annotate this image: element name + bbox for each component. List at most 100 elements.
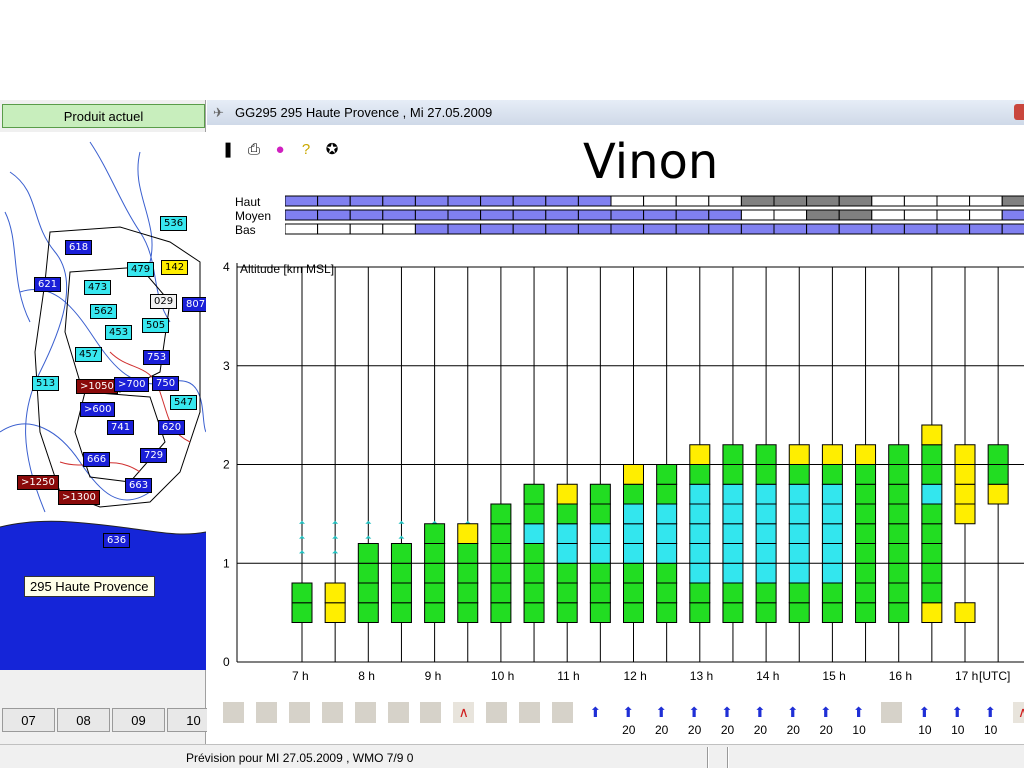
chart-cell [656,582,678,604]
region-label[interactable]: >1050 [76,379,118,394]
chart-cell [755,483,777,505]
chart-cell [490,562,512,584]
wind-arrow-icon: ⬆ [589,704,602,720]
chart-cell [788,483,810,505]
cloud-base-marker [365,520,372,524]
chart-cell [556,602,578,623]
region-label[interactable]: 753 [143,350,171,365]
region-label[interactable]: 479 [127,262,155,277]
close-button[interactable] [1014,104,1024,120]
chart-cell [722,543,744,564]
chart-cell [556,582,578,604]
region-label[interactable]: 618 [65,240,93,255]
chart-cell [954,503,976,525]
chart-cell [689,582,711,604]
chart-cell [523,503,545,525]
chart-cell [689,543,711,564]
chart-cell [888,602,910,623]
chart-cell [390,602,412,623]
chart-cell [987,464,1009,485]
hour-tabs: 07 08 09 10 [2,708,222,732]
region-label[interactable]: 505 [142,318,170,333]
chart-cell [954,464,976,485]
region-label[interactable]: >1300 [58,490,100,505]
chart-cell [589,503,611,525]
y-tick-label: 3 [223,359,230,373]
region-label[interactable]: 666 [83,452,111,467]
empty-wind-cell [321,702,344,738]
chart-cell [623,483,644,505]
region-label[interactable]: 536 [160,216,188,231]
x-tick-label: 16 h [889,669,912,683]
region-label[interactable]: 457 [75,347,103,362]
region-label[interactable]: 547 [170,395,198,410]
region-label[interactable]: 473 [84,280,112,295]
chart-cell [888,562,910,584]
region-label[interactable]: 636 [103,533,131,548]
chart-cell [888,464,910,485]
window-title: GG295 295 Haute Provence , Mi 27.05.2009 [235,105,493,120]
help-icon[interactable]: ? [295,138,317,160]
chart-cell [855,543,877,564]
status-text: Prévision pour MI 27.05.2009 , WMO 7/9 0 [186,751,414,765]
chart-cell [821,444,843,465]
region-label[interactable]: 562 [90,304,118,319]
window-titlebar[interactable]: ✈ GG295 295 Haute Provence , Mi 27.05.20… [207,100,1024,125]
chart-cell [689,562,711,584]
chart-cell [921,503,943,525]
region-tooltip: 295 Haute Provence [24,576,155,597]
chart-cell [656,543,678,564]
y-axis-label: Altitude [km MSL] [240,262,334,276]
chart-cell [788,503,810,525]
chart-cell [324,602,346,623]
chart-cell [523,523,545,544]
chart-cell [556,483,578,505]
chart-cell [921,523,943,544]
chart-cell [623,582,644,604]
chart-cell [855,444,877,465]
chart-cell [589,582,611,604]
chart-cell [457,602,479,623]
x-tick-label: 10 h [491,669,514,683]
region-label[interactable]: 453 [105,325,133,340]
about-icon[interactable]: ✪ [321,138,343,160]
chart-cell [722,444,744,465]
pen-icon[interactable]: ❚ [217,138,239,160]
printer-icon[interactable]: ⎙ [243,138,265,160]
region-label[interactable]: 621 [34,277,62,292]
chart-cell [788,562,810,584]
region-label[interactable]: 741 [107,420,135,435]
chart-cell [656,483,678,505]
region-label[interactable]: 513 [32,376,60,391]
region-label[interactable]: 029 [150,294,178,309]
region-label[interactable]: 142 [161,260,189,275]
hour-tab[interactable]: 07 [2,708,55,732]
status-bar: Prévision pour MI 27.05.2009 , WMO 7/9 0 [0,744,1024,768]
chart-cell [556,503,578,525]
region-label[interactable]: >1250 [17,475,59,490]
chart-cell [855,464,877,485]
hour-tab[interactable]: 08 [57,708,110,732]
chart-cell [357,602,379,623]
chart-cell [390,543,412,564]
current-product-header[interactable]: Produit actuel [2,104,205,128]
chart-cell [755,523,777,544]
region-label[interactable]: 729 [140,448,168,463]
region-label[interactable]: 663 [125,478,153,493]
info-icon[interactable]: ● [269,138,291,160]
chart-cell [788,444,810,465]
region-label[interactable]: 620 [158,420,186,435]
hour-tab[interactable]: 09 [112,708,165,732]
chart-cell [656,602,678,623]
wind-arrow-icon: ⬆ 10 [951,704,965,737]
chart-cell [689,444,711,465]
region-label[interactable]: 807 [182,297,206,312]
region-label[interactable]: 750 [152,376,180,391]
region-label[interactable]: >700 [114,377,150,392]
chart-cell [954,602,976,623]
chart-cell [755,503,777,525]
y-tick-label: 1 [223,556,230,570]
region-label[interactable]: >600 [80,402,116,417]
chart-cell [855,503,877,525]
region-map[interactable]: 536 618 479 142 621 473 029 807 562 453 … [0,132,206,670]
